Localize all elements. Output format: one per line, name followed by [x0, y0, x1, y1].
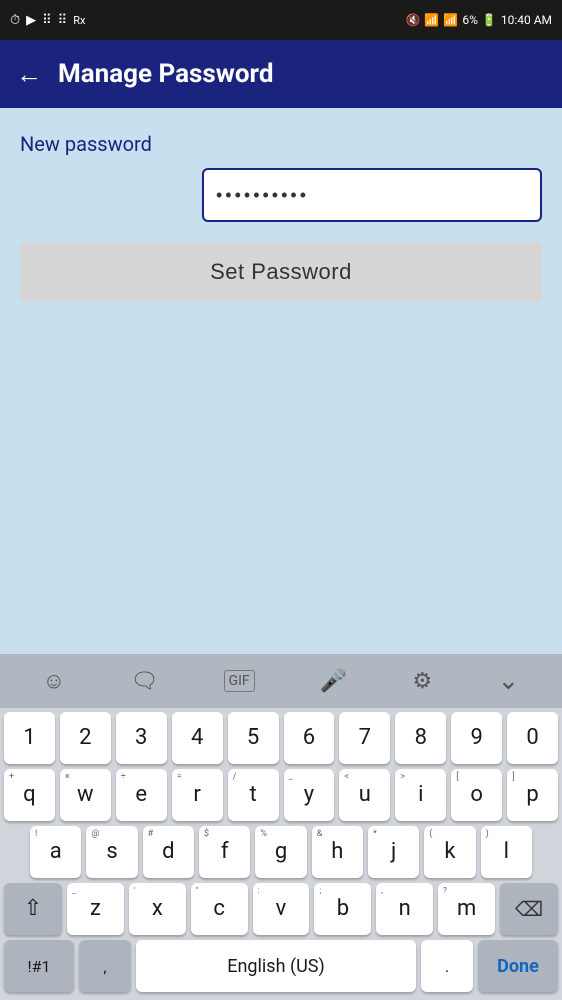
key-u[interactable]: <u: [339, 769, 390, 821]
shift-key[interactable]: ⇧: [4, 883, 62, 935]
number-row: 1 2 3 4 5 6 7 8 9 0: [4, 712, 558, 764]
app-bar: ← Manage Password: [0, 40, 562, 108]
key-d[interactable]: #d: [143, 826, 194, 878]
done-key[interactable]: Done: [478, 940, 558, 992]
signal-icon: 📶: [443, 13, 458, 27]
rx-icon: Rx: [73, 14, 85, 27]
password-input-wrapper: [20, 168, 542, 222]
chevron-down-icon[interactable]: ⌄: [498, 666, 520, 696]
key-s[interactable]: @s: [86, 826, 137, 878]
key-3[interactable]: 3: [116, 712, 167, 764]
key-n[interactable]: ,n: [376, 883, 433, 935]
asdf-row: !a @s #d $f %g &h *j (k )l: [4, 826, 558, 878]
key-t[interactable]: /t: [228, 769, 279, 821]
zxcv-row: ⇧ _z 'x "c :v ;b ,n ?m ⌫: [4, 883, 558, 935]
battery-percent: 6%: [462, 13, 478, 27]
key-r[interactable]: =r: [172, 769, 223, 821]
key-o[interactable]: [o: [451, 769, 502, 821]
key-2[interactable]: 2: [60, 712, 111, 764]
key-5[interactable]: 5: [228, 712, 279, 764]
key-4[interactable]: 4: [172, 712, 223, 764]
wifi-icon: 📶: [424, 13, 439, 27]
emoji-icon[interactable]: ☺: [43, 668, 65, 694]
keyboard-toolbar: ☺ 🗨 GIF 🎤 ⚙ ⌄: [0, 654, 562, 708]
key-z[interactable]: _z: [67, 883, 124, 935]
battery-icon: 🔋: [482, 13, 497, 27]
qwerty-row: +q ×w ÷e =r /t _y <u >i [o ]p: [4, 769, 558, 821]
key-y[interactable]: _y: [284, 769, 335, 821]
status-icons-left: ⏱ ▶ ⠿ ⠿ Rx: [10, 13, 85, 28]
key-1[interactable]: 1: [4, 712, 55, 764]
set-password-button[interactable]: Set Password: [20, 242, 542, 302]
status-bar: ⏱ ▶ ⠿ ⠿ Rx 🔇 📶 📶 6% 🔋 10:40 AM: [0, 0, 562, 40]
key-6[interactable]: 6: [284, 712, 335, 764]
space-key[interactable]: English (US): [136, 940, 416, 992]
key-b[interactable]: ;b: [314, 883, 371, 935]
keyboard-rows: 1 2 3 4 5 6 7 8 9 0 +q ×w ÷e =r /t _y <u…: [0, 708, 562, 935]
key-9[interactable]: 9: [451, 712, 502, 764]
key-8[interactable]: 8: [395, 712, 446, 764]
key-i[interactable]: >i: [395, 769, 446, 821]
key-m[interactable]: ?m: [438, 883, 495, 935]
password-input[interactable]: [202, 168, 542, 222]
key-k[interactable]: (k: [424, 826, 475, 878]
sticker-icon[interactable]: 🗨: [130, 669, 158, 694]
mic-icon[interactable]: 🎤: [320, 669, 347, 694]
mute-icon: 🔇: [405, 13, 420, 27]
period-key[interactable]: .: [421, 940, 473, 992]
backspace-key[interactable]: ⌫: [500, 883, 558, 935]
play-icon: ▶: [26, 13, 36, 28]
key-w[interactable]: ×w: [60, 769, 111, 821]
key-l[interactable]: )l: [481, 826, 532, 878]
key-j[interactable]: *j: [368, 826, 419, 878]
key-0[interactable]: 0: [507, 712, 558, 764]
key-x[interactable]: 'x: [129, 883, 186, 935]
key-a[interactable]: !a: [30, 826, 81, 878]
key-p[interactable]: ]p: [507, 769, 558, 821]
sym-key[interactable]: !#1: [4, 940, 74, 992]
key-e[interactable]: ÷e: [116, 769, 167, 821]
page-title: Manage Password: [58, 59, 273, 89]
clock-icon: ⏱: [10, 13, 20, 28]
comma-key[interactable]: ,: [79, 940, 131, 992]
key-f[interactable]: $f: [199, 826, 250, 878]
key-7[interactable]: 7: [339, 712, 390, 764]
key-c[interactable]: "c: [191, 883, 248, 935]
back-button[interactable]: ←: [16, 59, 42, 90]
key-q[interactable]: +q: [4, 769, 55, 821]
key-g[interactable]: %g: [255, 826, 306, 878]
key-h[interactable]: &h: [312, 826, 363, 878]
content-area: New password Set Password: [0, 108, 562, 326]
keyboard: ☺ 🗨 GIF 🎤 ⚙ ⌄ 1 2 3 4 5 6 7 8 9 0 +q ×w …: [0, 654, 562, 1000]
keyboard-bottom-row: !#1 , English (US) . Done: [0, 940, 562, 996]
settings-icon[interactable]: ⚙: [413, 669, 433, 694]
key-v[interactable]: :v: [253, 883, 310, 935]
time-display: 10:40 AM: [501, 13, 552, 27]
grid-icon: ⠿: [42, 13, 52, 28]
status-info-right: 🔇 📶 📶 6% 🔋 10:40 AM: [405, 13, 552, 27]
gif-icon[interactable]: GIF: [224, 670, 255, 692]
new-password-label: New password: [20, 132, 542, 156]
grid2-icon: ⠿: [58, 13, 68, 28]
